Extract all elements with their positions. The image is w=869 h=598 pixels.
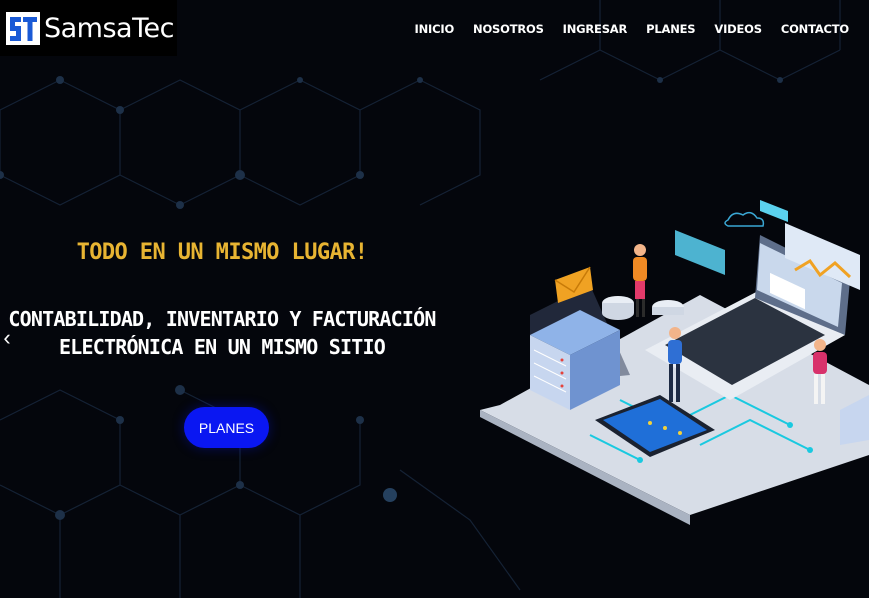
tech-illustration: [480, 200, 869, 525]
nav-item-planes[interactable]: PLANES: [646, 22, 695, 36]
hero-headline: CONTABILIDAD, INVENTARIO Y FACTURACIÓN E…: [6, 305, 438, 361]
nav-item-nosotros[interactable]: NOSOTROS: [473, 22, 544, 36]
brand-name: SamsaTec: [44, 12, 174, 44]
logo[interactable]: SamsaTec: [0, 0, 177, 56]
nav-item-inicio[interactable]: INICIO: [415, 22, 455, 36]
main-nav: INICIO NOSOTROS INGRESAR PLANES VIDEOS C…: [415, 22, 850, 36]
logo-mark-icon: [6, 12, 40, 45]
nav-item-contacto[interactable]: CONTACTO: [781, 22, 849, 36]
carousel-prev-button[interactable]: ‹: [0, 322, 14, 354]
hero-headline-line1: CONTABILIDAD, INVENTARIO Y FACTURACIÓN: [8, 307, 436, 331]
hero-tagline: TODO EN UN MISMO LUGAR!: [76, 240, 368, 265]
planes-cta-button[interactable]: PLANES: [184, 407, 269, 448]
hero-headline-line2: ELECTRÓNICA EN UN MISMO SITIO: [59, 335, 386, 359]
nav-item-videos[interactable]: VIDEOS: [714, 22, 762, 36]
nav-item-ingresar[interactable]: INGRESAR: [563, 22, 628, 36]
chevron-left-icon: ‹: [3, 325, 11, 350]
